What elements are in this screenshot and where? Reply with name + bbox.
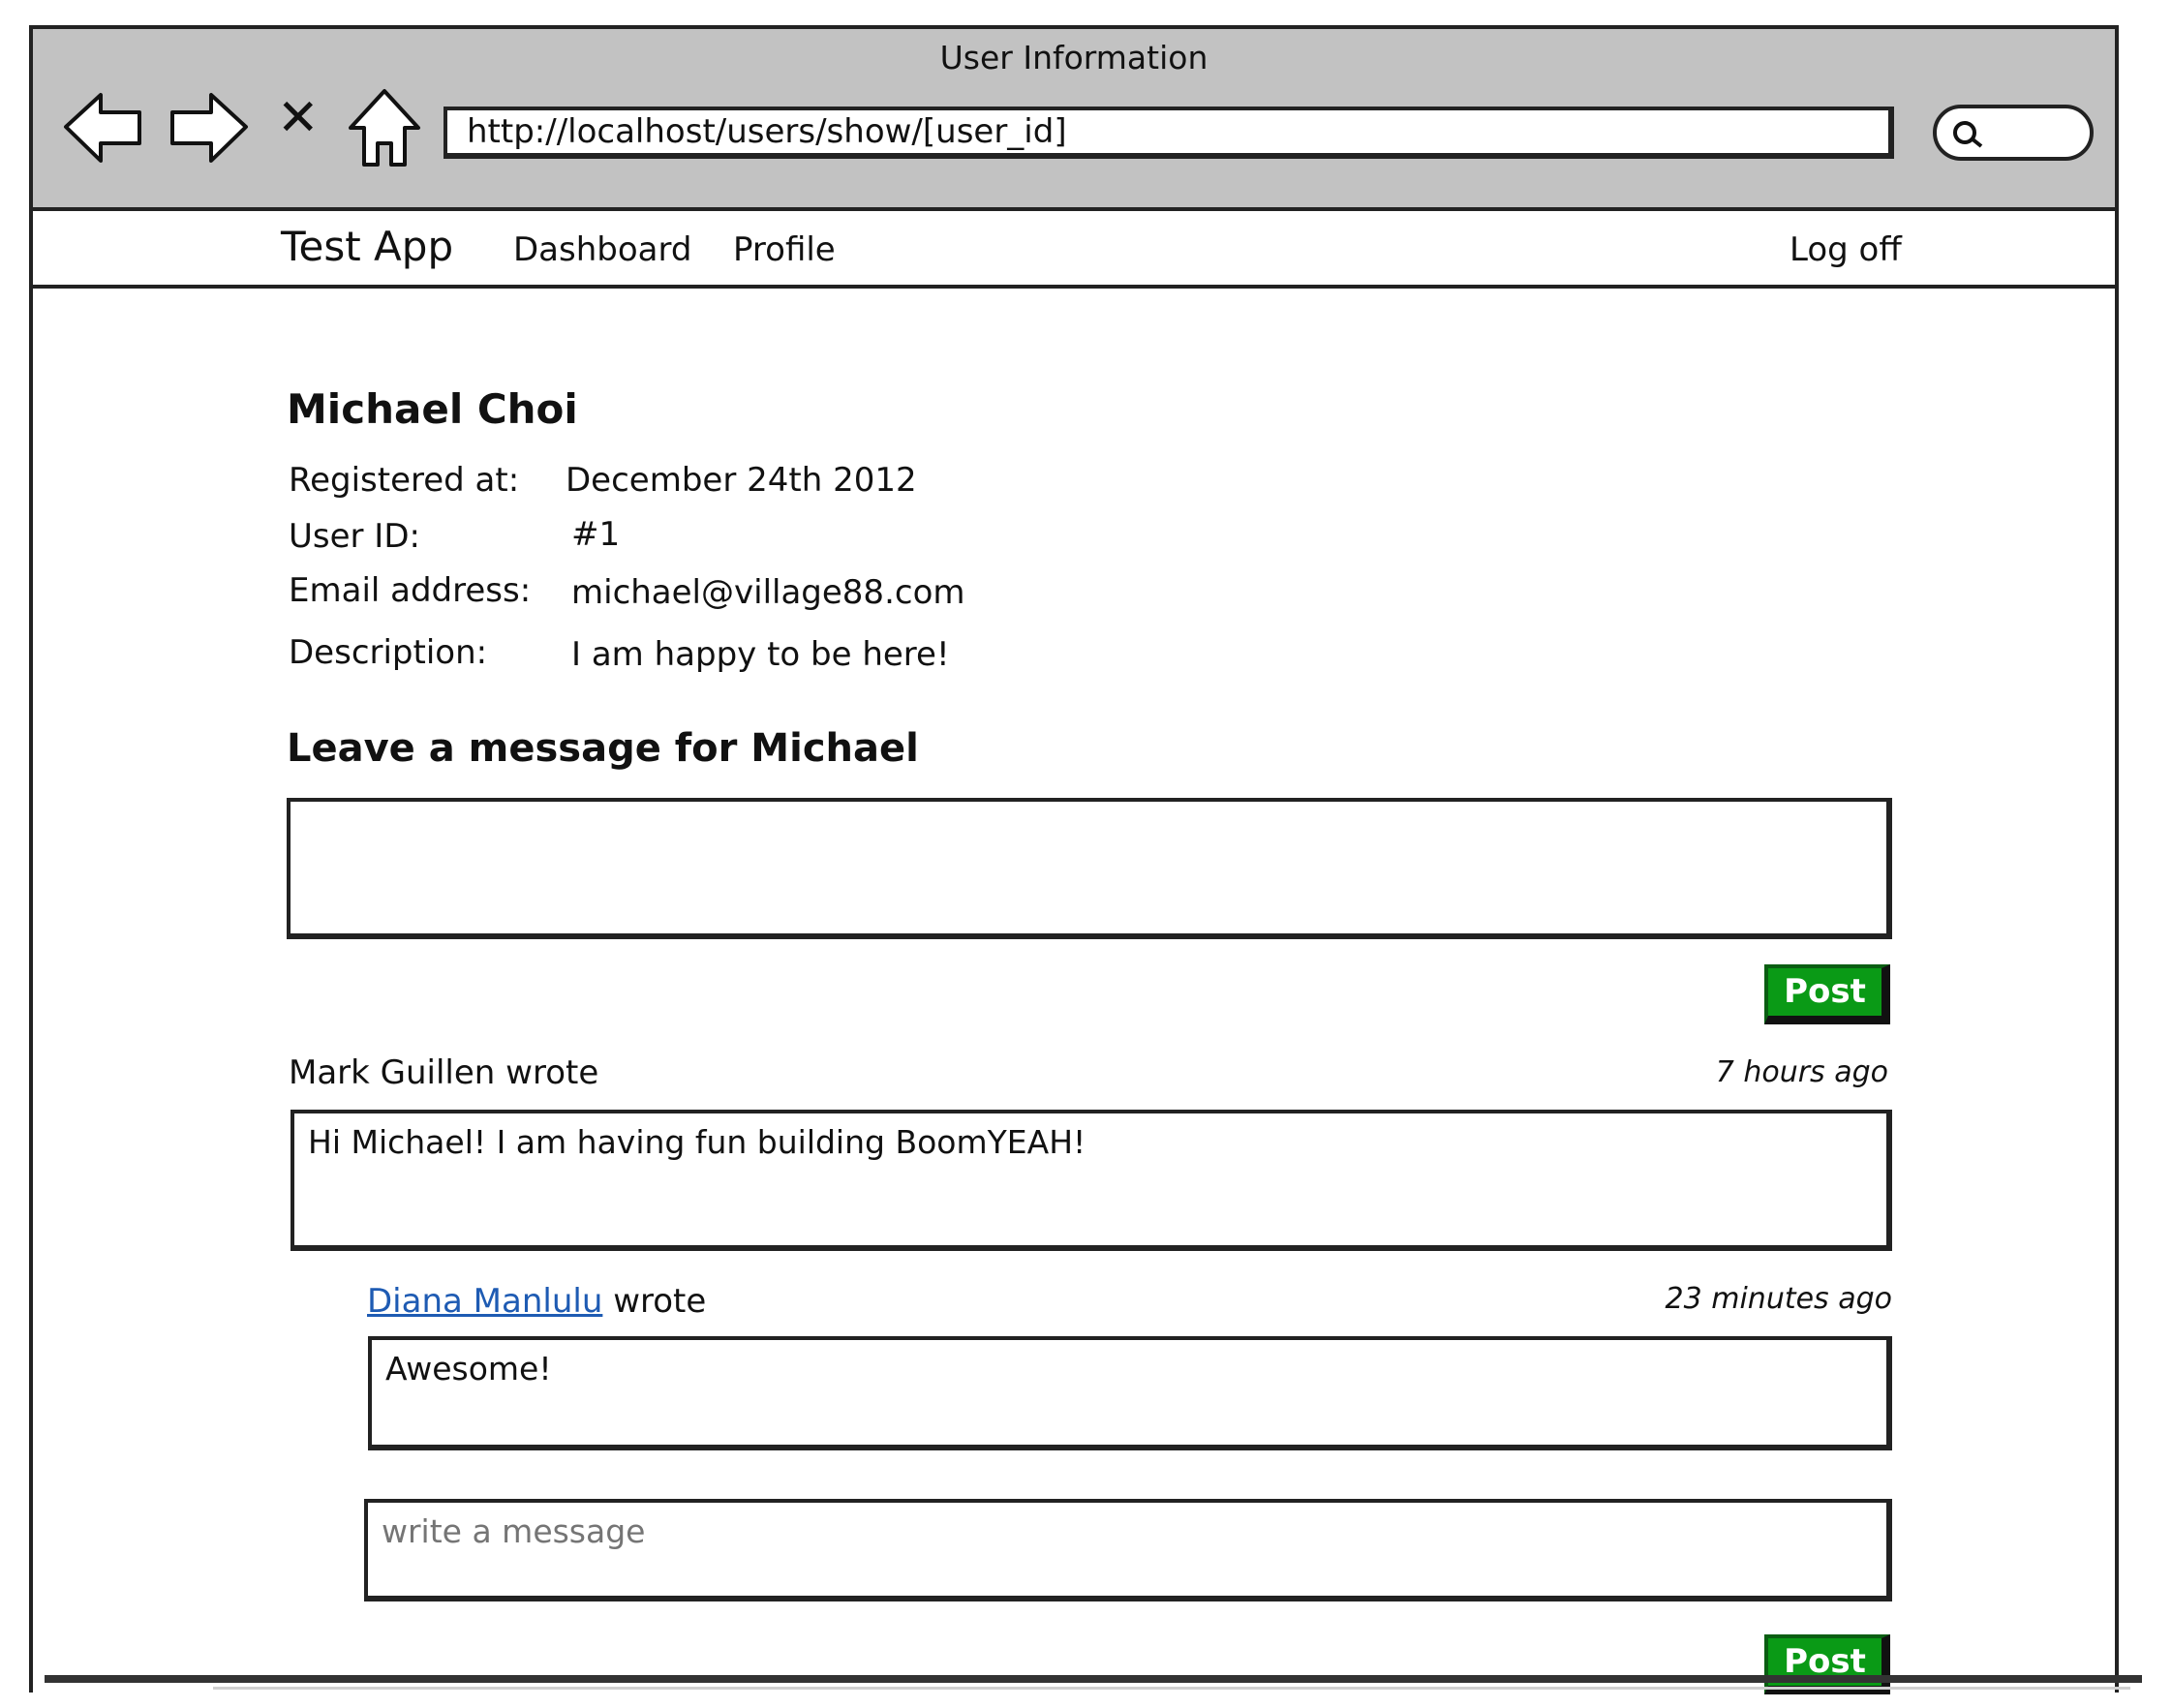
browser-window: User Information ✕ http://localhost/user…	[29, 25, 2119, 1702]
message-body: Hi Michael! I am having fun building Boo…	[291, 1110, 1892, 1251]
user-id-label: User ID:	[289, 517, 420, 556]
page-content: Michael Choi Registered at: December 24t…	[33, 289, 2115, 1702]
comment-author-link[interactable]: Diana Manlulu	[367, 1282, 602, 1321]
email-label: Email address:	[289, 571, 532, 610]
address-bar[interactable]: http://localhost/users/show/[user_id]	[444, 107, 1894, 159]
reply-textarea[interactable]	[364, 1499, 1892, 1601]
registered-value: December 24th 2012	[566, 461, 917, 500]
close-icon[interactable]: ✕	[277, 93, 320, 143]
email-value: michael@village88.com	[571, 573, 965, 612]
app-brand[interactable]: Test App	[281, 223, 453, 270]
browser-search-field[interactable]	[1933, 105, 2094, 161]
window-bottom-edge	[45, 1675, 2142, 1683]
search-icon	[1953, 121, 1983, 148]
message-textarea[interactable]	[287, 798, 1892, 939]
comment-wrote-label: wrote	[613, 1282, 707, 1321]
message-author-line: Mark Guillen wrote	[289, 1053, 598, 1092]
nav-link-dashboard[interactable]: Dashboard	[513, 230, 691, 269]
page-title: Michael Choi	[287, 385, 578, 433]
post-reply-button[interactable]: Post	[1764, 1634, 1890, 1694]
app-navbar: Test App Dashboard Profile Log off	[33, 211, 2115, 289]
home-icon[interactable]	[341, 83, 428, 170]
post-message-button[interactable]: Post	[1764, 964, 1890, 1024]
user-id-value: #1	[571, 515, 621, 554]
window-title: User Information	[939, 39, 1208, 76]
registered-label: Registered at:	[289, 461, 520, 500]
message-author: Mark Guillen	[289, 1053, 496, 1092]
description-value: I am happy to be here!	[571, 635, 950, 674]
nav-link-profile[interactable]: Profile	[733, 230, 836, 269]
comment-author-line: Diana Manlulu wrote	[367, 1282, 706, 1321]
description-label: Description:	[289, 633, 488, 672]
message-wrote-label: wrote	[505, 1053, 599, 1092]
window-shadow	[213, 1687, 2130, 1690]
comment-timestamp: 23 minutes ago	[1665, 1282, 1892, 1316]
comment-body: Awesome!	[368, 1336, 1892, 1450]
message-form-heading: Leave a message for Michael	[287, 726, 919, 771]
browser-toolbar: User Information ✕ http://localhost/user…	[33, 29, 2115, 211]
back-arrow-icon[interactable]	[60, 83, 147, 170]
forward-arrow-icon[interactable]	[165, 83, 252, 170]
message-timestamp: 7 hours ago	[1715, 1055, 1888, 1089]
logoff-link[interactable]: Log off	[1790, 230, 1902, 269]
